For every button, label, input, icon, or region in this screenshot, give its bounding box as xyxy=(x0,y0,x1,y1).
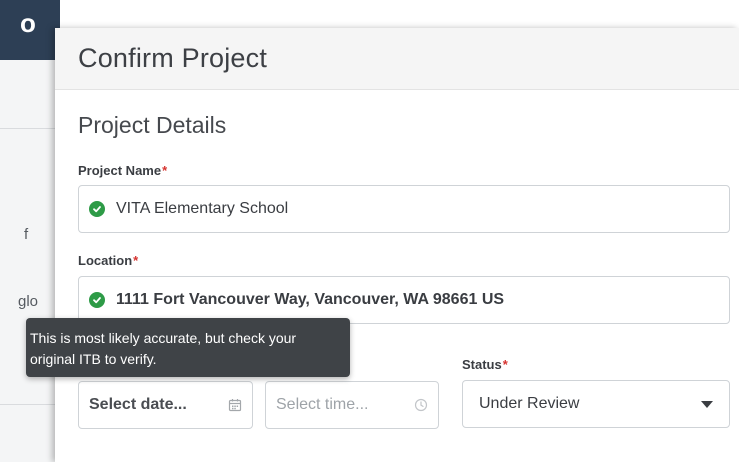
clock-icon xyxy=(414,398,428,412)
project-name-label-text: Project Name xyxy=(78,163,162,178)
required-marker: * xyxy=(162,163,168,178)
background-header: o xyxy=(0,0,60,60)
location-label-text: Location xyxy=(78,253,133,268)
required-marker: * xyxy=(502,357,508,372)
status-select[interactable]: Under Review xyxy=(462,380,730,428)
background-text-fragment: glo xyxy=(18,293,39,310)
caret-down-icon[interactable] xyxy=(701,400,713,408)
project-name-value: VITA Elementary School xyxy=(116,200,289,217)
time-placeholder: Select time... xyxy=(276,396,369,413)
background-sidebar xyxy=(0,60,60,462)
status-label-text: Status xyxy=(462,357,502,372)
background-text-fragment: f xyxy=(24,226,29,243)
tooltip-line-2: original ITB to verify. xyxy=(30,351,157,367)
check-circle-icon xyxy=(89,292,105,308)
status-value: Under Review xyxy=(479,395,580,412)
check-circle-icon xyxy=(89,201,105,217)
location-field[interactable]: 1111 Fort Vancouver Way, Vancouver, WA 9… xyxy=(78,276,730,324)
background-page: o f glo xyxy=(0,0,60,462)
section-title: Project Details xyxy=(78,112,227,138)
background-logo-fragment: o xyxy=(20,8,36,38)
required-marker: * xyxy=(133,253,139,268)
location-label: Location* xyxy=(78,253,138,268)
background-divider xyxy=(0,128,60,129)
accuracy-tooltip: This is most likely accurate, but check … xyxy=(26,318,350,377)
calendar-icon xyxy=(228,399,242,412)
confirm-project-modal: Confirm Project Project Details Project … xyxy=(55,28,739,462)
date-picker-input[interactable]: Select date... xyxy=(78,381,253,429)
tooltip-line-1: This is most likely accurate, but check … xyxy=(30,330,297,346)
modal-title: Confirm Project xyxy=(78,43,268,73)
project-name-label: Project Name* xyxy=(78,163,167,178)
status-label: Status* xyxy=(462,357,508,372)
project-name-field[interactable]: VITA Elementary School xyxy=(78,185,730,233)
modal-header: Confirm Project xyxy=(55,28,739,90)
date-placeholder: Select date... xyxy=(89,396,187,413)
location-value: 1111 Fort Vancouver Way, Vancouver, WA 9… xyxy=(116,291,505,308)
time-picker-input[interactable]: Select time... xyxy=(265,381,439,429)
background-divider xyxy=(0,404,60,405)
